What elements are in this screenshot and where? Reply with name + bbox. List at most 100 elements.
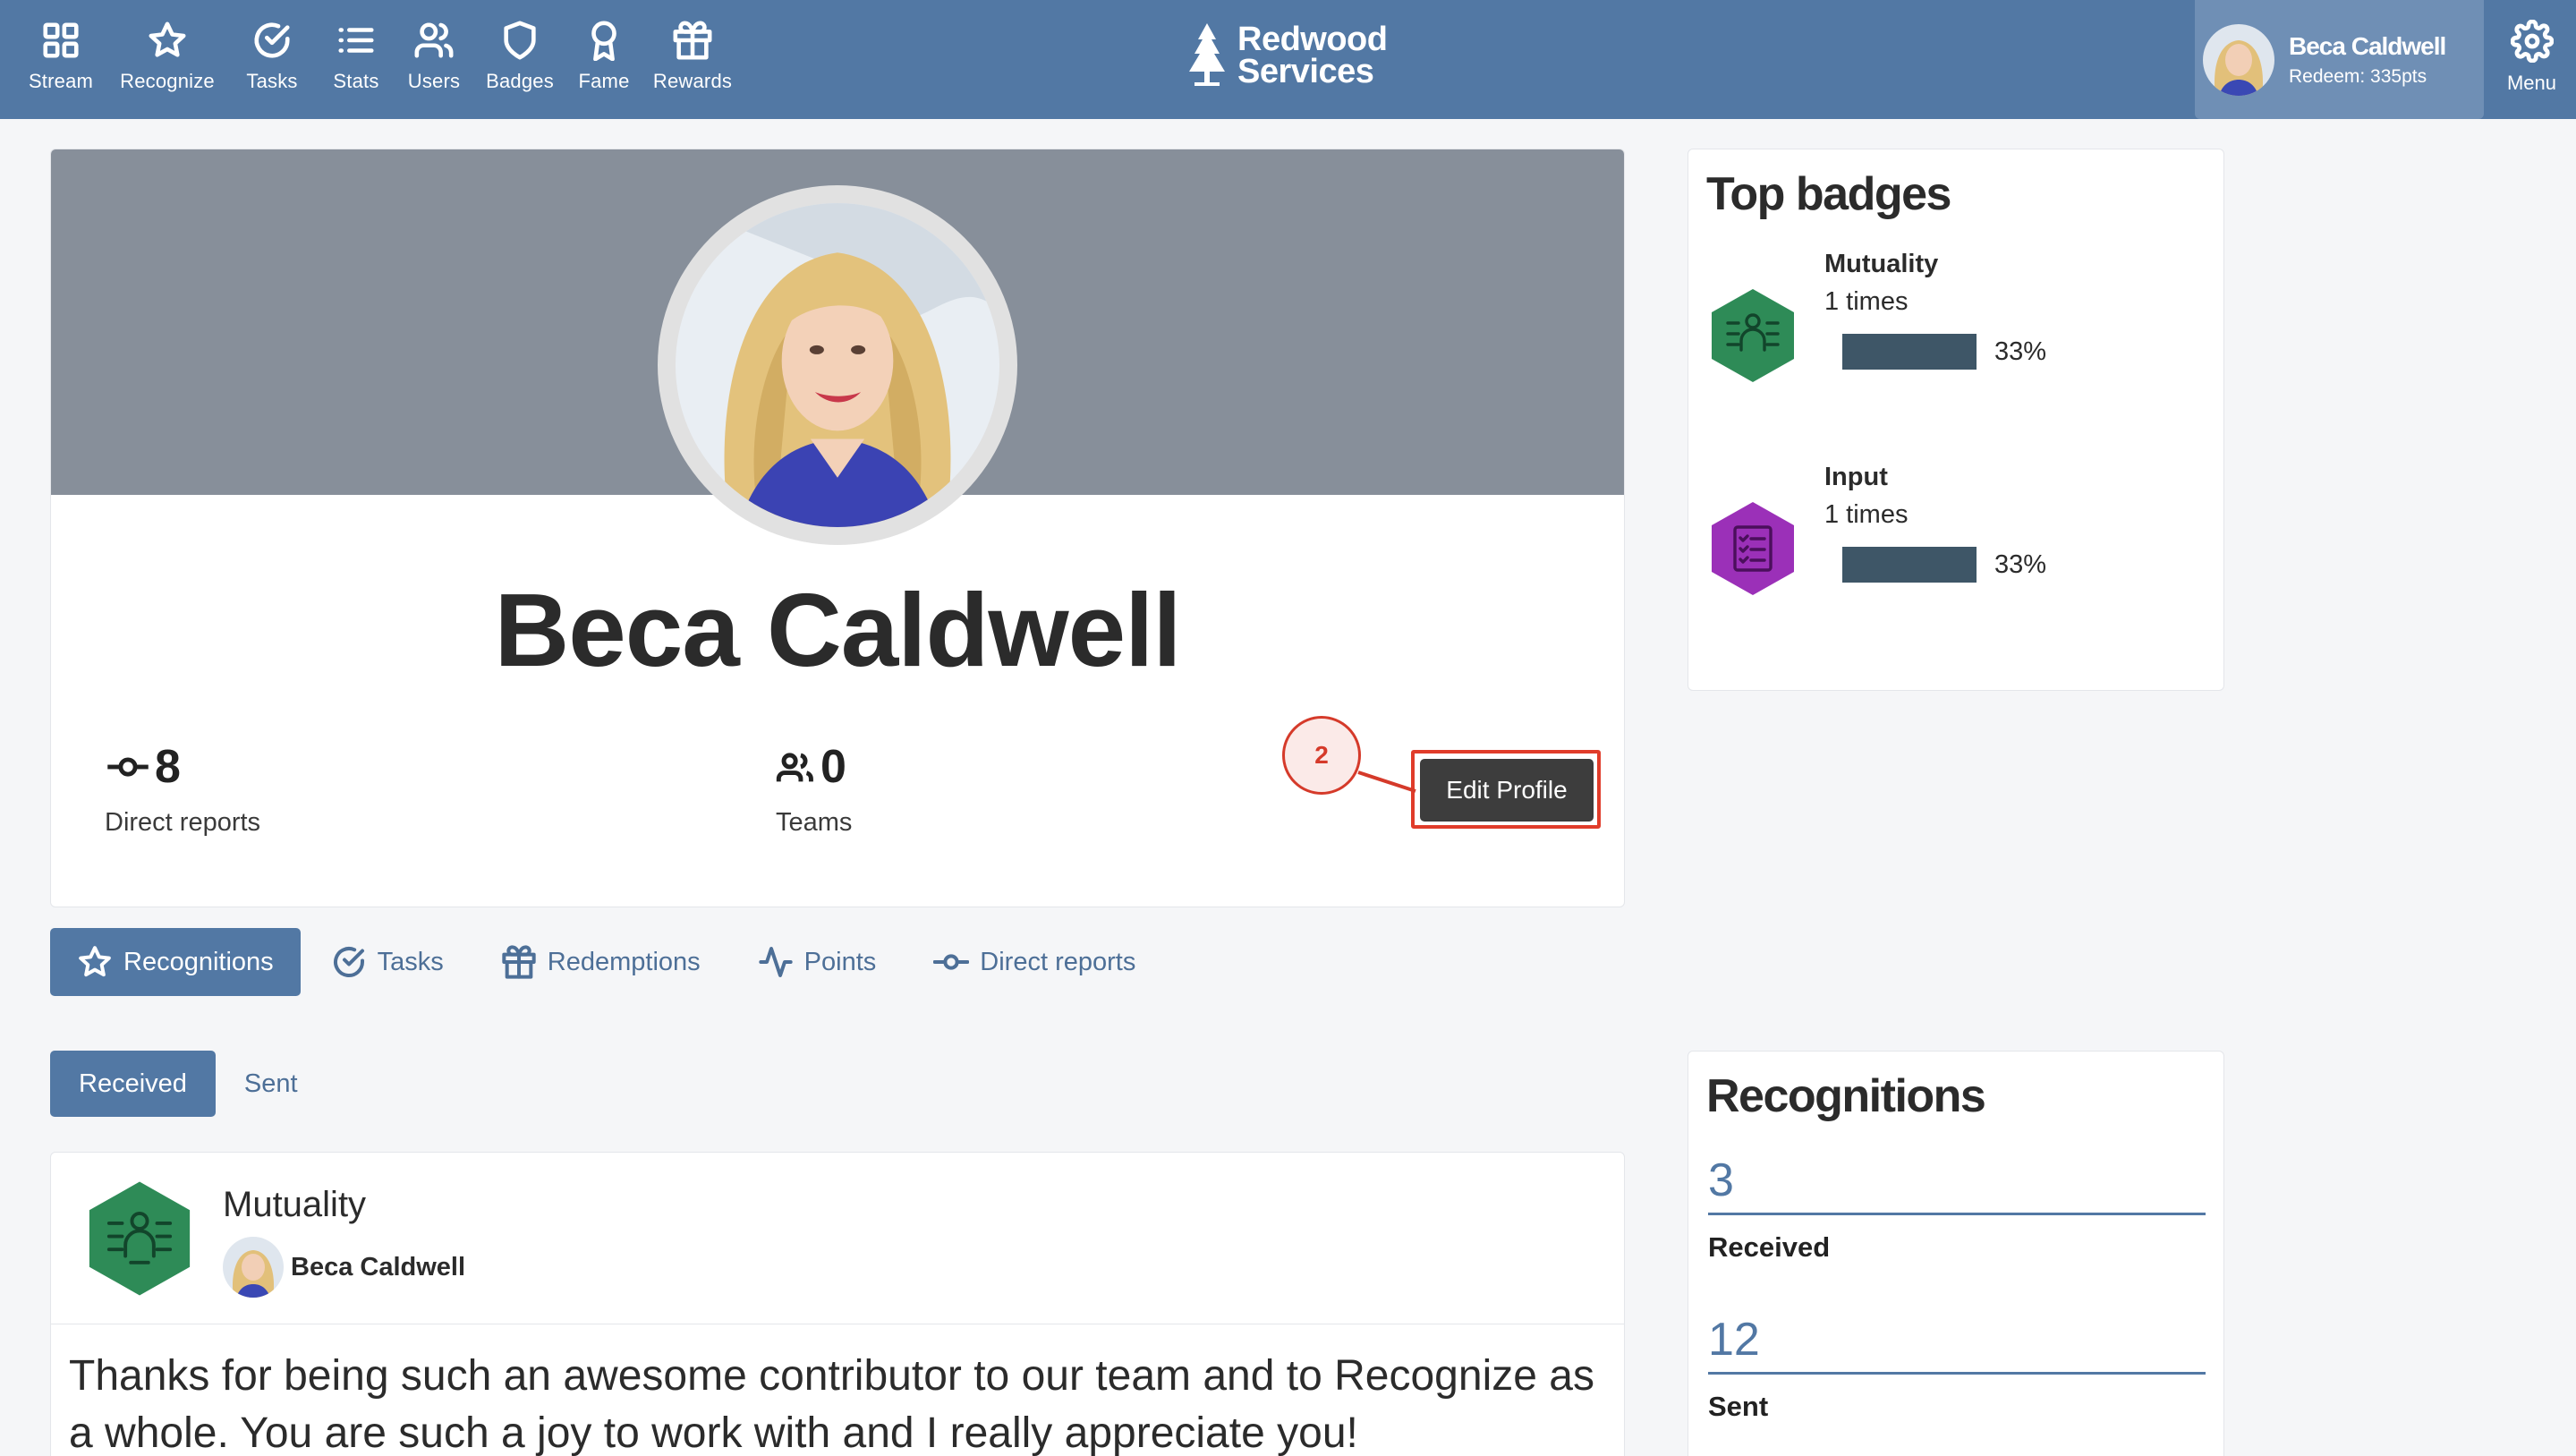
nav-badges[interactable]: Badges [474,0,565,119]
tab-recognitions-label: Recognitions [123,947,274,976]
received-metric[interactable]: 3 Received [1708,1154,2206,1264]
recognition-message: Thanks for being such an awesome contrib… [69,1352,1594,1456]
nav-stream-label: Stream [28,70,94,92]
recognition-sender-name: Beca Caldwell [291,1252,466,1281]
star-icon [79,946,111,977]
menu-button[interactable]: Menu [2487,0,2576,119]
received-label: Received [1708,1231,1831,1263]
gift-icon [673,21,712,60]
commit-icon [933,954,970,970]
badge-count: 1 times [1824,500,1909,529]
input-badge-icon [1712,502,1794,595]
badge-count: 1 times [1824,287,1909,316]
sent-label: Sent [1708,1391,1769,1422]
mutuality-badge-icon [89,1181,191,1296]
award-icon [591,21,616,61]
recognition-badge-name: Mutuality [223,1185,367,1224]
gear-icon [2510,20,2554,63]
brand-line-1: Redwood [1237,21,1388,58]
top-badges-title: Top badges [1706,168,1951,220]
check-circle-icon [254,22,290,58]
recognition-sender[interactable]: Beca Caldwell [223,1237,465,1298]
teams-count: 0 [820,741,846,793]
profile-tabs: Recognitions Tasks Redemptions Points Di… [50,928,1166,996]
nav-rewards[interactable]: Rewards [642,0,743,119]
tab-recognitions[interactable]: Recognitions [50,928,301,996]
badge-progress-bar [1842,547,1977,583]
teams-stat[interactable]: 0 Teams [776,740,852,838]
users-icon [414,22,454,58]
nav-fame-label: Fame [578,70,630,92]
tab-direct-reports[interactable]: Direct reports [906,928,1162,996]
nav-badges-label: Badges [486,70,554,92]
user-redeem-points: Redeem: 335pts [2289,65,2427,87]
teams-label: Teams [776,808,853,837]
badge-name: Input [1824,463,1888,491]
brand-logo[interactable]: Redwood Services [1186,21,1388,90]
divider [1708,1372,2206,1375]
profile-name: Beca Caldwell [494,572,1181,688]
tab-points[interactable]: Points [731,928,904,996]
profile-card: Beca Caldwell 8 Direct reports 0 Teams E… [50,149,1625,907]
tab-points-label: Points [803,947,877,976]
badge-percent: 33% [1994,550,2047,579]
nav-tasks[interactable]: Tasks [225,0,319,119]
nav-users-label: Users [407,70,461,92]
tree-icon [1189,23,1225,86]
brand-line-2: Services [1237,53,1374,90]
mutuality-badge-icon [1712,289,1794,382]
user-account-button[interactable]: Beca Caldwell Redeem: 335pts [2195,0,2484,119]
recognitions-summary-title: Recognitions [1706,1070,1986,1122]
nav-users[interactable]: Users [394,0,474,119]
gift-icon [502,945,536,979]
recognitions-summary-card: Recognitions 3 Received 12 Sent [1688,1051,2224,1456]
nav-fame[interactable]: Fame [565,0,642,119]
nav-stats[interactable]: Stats [319,0,394,119]
badge-percent: 33% [1994,337,2047,366]
nav-stats-label: Stats [333,70,379,92]
activity-icon [759,947,793,977]
subtab-sent[interactable]: Sent [216,1051,327,1117]
edit-profile-button[interactable]: Edit Profile [1420,759,1594,822]
top-navigation-bar: Stream Recognize Tasks Stats Users Badge… [0,0,2576,119]
badge-row-input[interactable]: Input 1 times 33% [1706,463,2207,642]
check-circle-icon [333,947,364,977]
avatar [2203,23,2274,96]
tab-redemptions-label: Redemptions [547,947,701,976]
nav-rewards-label: Rewards [652,70,733,92]
sent-count: 12 [1708,1314,1760,1366]
user-name: Beca Caldwell [2289,31,2446,60]
nav-tasks-label: Tasks [246,70,298,92]
direct-reports-label: Direct reports [105,808,261,837]
nav-stream[interactable]: Stream [13,0,109,119]
list-icon [338,28,374,53]
badge-progress-bar [1842,334,1977,370]
users-icon [776,753,813,782]
sent-metric[interactable]: 12 Sent [1708,1313,2206,1423]
top-badges-card: Top badges Mutuality 1 times 33% Input 1… [1688,149,2224,691]
recognition-card: Mutuality Beca Caldwell Thanks for being… [50,1152,1625,1456]
recognition-subtabs: Received Sent [50,1051,327,1117]
menu-label: Menu [2506,72,2557,94]
tab-direct-reports-label: Direct reports [980,947,1136,976]
subtab-received[interactable]: Received [50,1051,216,1117]
star-icon [149,21,186,57]
tab-tasks[interactable]: Tasks [304,928,471,996]
direct-reports-count: 8 [155,741,181,793]
step-marker-badge: 2 [1282,716,1361,795]
main-nav: Stream Recognize Tasks Stats Users Badge… [13,0,743,119]
direct-reports-stat[interactable]: 8 Direct reports [105,740,260,838]
nav-recognize[interactable]: Recognize [109,0,225,119]
shield-icon [504,21,536,60]
divider [1708,1213,2206,1215]
tab-tasks-label: Tasks [377,947,444,976]
profile-avatar [658,185,1017,545]
received-count: 3 [1708,1154,1734,1206]
badge-row-mutuality[interactable]: Mutuality 1 times 33% [1706,250,2207,429]
avatar [223,1237,284,1298]
grid-icon [43,22,79,58]
badge-name: Mutuality [1824,250,1939,278]
nav-recognize-label: Recognize [120,70,215,92]
tab-redemptions[interactable]: Redemptions [474,928,727,996]
commit-icon [107,757,149,777]
